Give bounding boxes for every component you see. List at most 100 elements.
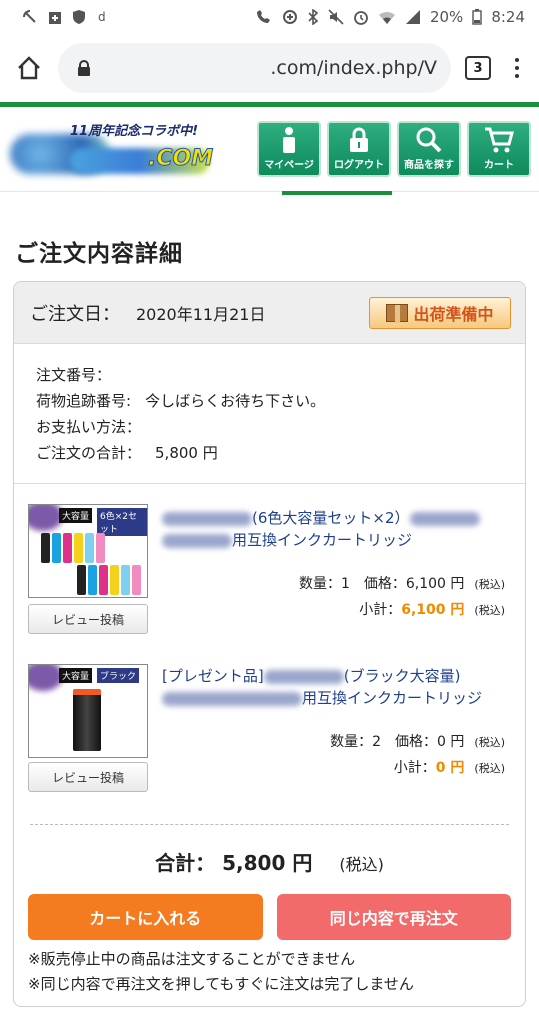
order-date: 2020年11月21日 (136, 304, 266, 324)
tax-label: (税込) (339, 855, 384, 874)
product-title-link[interactable]: [プレゼント品] (ブラック大容量) 用互換インクカートリッジ (162, 665, 511, 709)
signal-icon (405, 10, 420, 24)
subtotal-value: 6,100 円 (401, 602, 465, 618)
tab-switcher-button[interactable]: 3 (465, 56, 491, 80)
nav-label: カート (484, 160, 514, 171)
subtotal-value: 0 円 (435, 760, 465, 776)
nav-cart-button[interactable]: カート (467, 121, 531, 177)
product-title-link[interactable]: (6色大容量セット×2） 用互換インクカートリッジ (162, 507, 511, 551)
tax-label: (税込) (474, 604, 505, 617)
add-to-cart-button[interactable]: カートに入れる (28, 894, 263, 940)
site-nav: マイページ ログアウト 商品を探す カート (257, 121, 531, 177)
tax-label: (税込) (474, 736, 505, 749)
address-bar[interactable]: .com/index.php/V (58, 43, 451, 93)
subtotal: 小計：6,100 円 (税込) (359, 599, 505, 619)
svg-text:d: d (98, 10, 106, 24)
note-text: ※同じ内容で再注文を押してもすぐに注文は完了しません (28, 975, 414, 993)
logo-suffix: .COM (147, 146, 214, 172)
total-value: 5,800 円 (222, 851, 313, 875)
lock-icon (78, 60, 90, 76)
total-label: 合計： (155, 851, 216, 875)
home-icon (18, 56, 40, 80)
home-button[interactable] (14, 53, 44, 83)
nav-logout-button[interactable]: ログアウト (327, 121, 391, 177)
order-item: 大容量 6色×2セット レビュー投稿 (6色大容量セット×2） 用互換インクカー… (14, 487, 525, 647)
thumb-tag: 大容量 (59, 508, 93, 523)
package-icon (386, 303, 409, 323)
site-header: 11周年記念コラボ中! .COM マイページ ログアウト 商品を探す カート (0, 102, 539, 195)
subtotal: 小計：0 円 (税込) (394, 757, 505, 777)
active-tab-indicator (282, 191, 392, 195)
info-label: お支払い方法： (36, 418, 142, 436)
reorder-button[interactable]: 同じ内容で再注文 (276, 894, 511, 940)
logo-anniversary-badge: 11周年記念コラボ中! (70, 124, 199, 139)
site-logo[interactable]: 11周年記念コラボ中! .COM (10, 114, 250, 184)
cart-icon (485, 127, 514, 153)
status-text: 出荷準備中 (413, 304, 494, 324)
mute-icon (328, 9, 344, 25)
battery-percent: 20% (429, 8, 464, 26)
note-text: ※販売停止中の商品は注文することができません (28, 950, 356, 968)
url-text: .com/index.php/V (270, 57, 437, 79)
alarm-icon (354, 11, 368, 25)
wifi-call-icon (256, 10, 270, 23)
order-info: 注文番号： 荷物追跡番号: 今しばらくお待ち下さい。 お支払い方法： ご注文の合… (14, 344, 525, 484)
divider (30, 824, 509, 825)
qty-price: 数量：2 価格：0 円 (税込) (330, 731, 505, 751)
battery-icon (472, 9, 483, 25)
info-value: 今しばらくお待ち下さい。 (145, 392, 326, 410)
product-title-part: 用互換インクカートリッジ (232, 531, 413, 549)
tax-label: (税込) (474, 762, 505, 775)
product-title-part: 用互換インクカートリッジ (302, 689, 483, 707)
review-button[interactable]: レビュー投稿 (28, 604, 148, 634)
info-row-total: ご注文の合計： 5,800 円 (36, 440, 505, 466)
lock-icon (350, 127, 368, 152)
subtotal-label: 小計： (393, 760, 436, 776)
qty-price: 数量：1 価格：6,100 円 (税込) (299, 573, 505, 593)
info-row-order-number: 注文番号： (36, 362, 505, 388)
info-value: 5,800 円 (155, 444, 218, 462)
order-total: 合計： 5,800 円 (税込) (14, 847, 525, 876)
search-icon (416, 127, 442, 153)
wifi-icon (378, 11, 395, 24)
browser-toolbar: .com/index.php/V 3 (0, 34, 539, 102)
status-badge: 出荷準備中 (369, 296, 511, 329)
info-label: ご注文の合計： (36, 444, 142, 462)
qty-price-text: 数量：2 価格：0 円 (330, 734, 465, 750)
status-bar: d 20% 8:24 (0, 0, 539, 34)
medical-bag-icon (49, 12, 61, 24)
info-label: 荷物追跡番号: (36, 392, 132, 410)
user-icon (283, 127, 295, 153)
subtotal-label: 小計： (359, 602, 402, 618)
product-thumbnail[interactable]: 大容量 ブラック (28, 664, 148, 758)
nav-mypage-button[interactable]: マイページ (257, 121, 321, 177)
clock: 8:24 (491, 8, 525, 26)
order-card: ご注文日： 2020年11月21日 出荷準備中 注文番号： 荷物追跡番号: 今し… (13, 281, 526, 1007)
order-date-label: ご注文日： (30, 303, 120, 325)
nav-label: ログアウト (334, 160, 384, 171)
bluetooth-icon (308, 9, 319, 25)
info-row-payment: お支払い方法： (36, 414, 505, 440)
overflow-menu-button[interactable] (505, 58, 529, 78)
review-button[interactable]: レビュー投稿 (28, 762, 148, 792)
tax-label: (税込) (474, 578, 505, 591)
product-thumbnail[interactable]: 大容量 6色×2セット (28, 504, 148, 598)
nav-label: 商品を探す (404, 160, 454, 171)
missed-call-icon (23, 10, 36, 23)
notes: ※販売停止中の商品は注文することができません ※同じ内容で再注文を押してもすぐに… (28, 947, 414, 997)
info-row-tracking: 荷物追跡番号: 今しばらくお待ち下さい。 (36, 388, 505, 414)
qty-price-text: 数量：1 価格：6,100 円 (298, 576, 465, 592)
shield-icon (73, 10, 85, 24)
nav-label: マイページ (264, 160, 314, 171)
page-title: ご注文内容詳細 (15, 241, 183, 267)
ink-cartridges-image (41, 533, 105, 563)
thumb-tag-2: ブラック (97, 668, 140, 683)
nav-search-button[interactable]: 商品を探す (397, 121, 461, 177)
thumb-tag: 大容量 (59, 668, 93, 683)
action-buttons: カートに入れる 同じ内容で再注文 (28, 894, 511, 940)
product-title-part: (ブラック大容量) (343, 667, 461, 685)
wear-icon: d (98, 10, 106, 24)
info-label: 注文番号： (36, 366, 112, 384)
thumb-tag-2: 6色×2セット (97, 508, 147, 536)
order-header: ご注文日： 2020年11月21日 出荷準備中 (14, 282, 525, 344)
